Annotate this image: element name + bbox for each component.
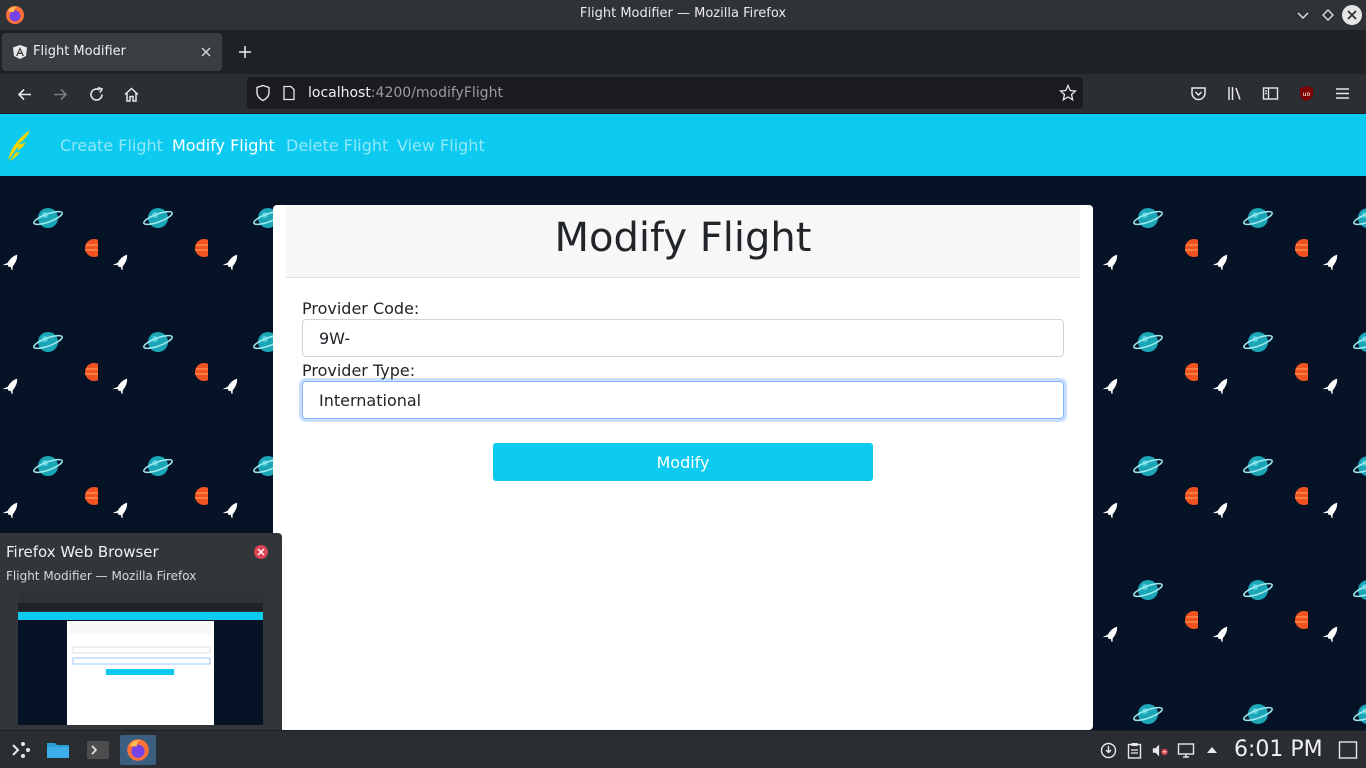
- sidebar-icon: [1262, 86, 1278, 100]
- new-tab-button[interactable]: [234, 41, 256, 63]
- pocket-icon: [1190, 86, 1206, 100]
- nav-link-modify-flight[interactable]: Modify Flight: [172, 136, 275, 155]
- plus-icon: [239, 46, 251, 58]
- home-icon: [123, 86, 139, 102]
- provider-type-input[interactable]: International: [302, 381, 1064, 419]
- page-title: Modify Flight: [554, 215, 812, 261]
- taskbar-clock[interactable]: 6:01 PM: [1234, 737, 1323, 762]
- hamburger-menu-icon: [1335, 87, 1349, 99]
- nav-link-delete-flight[interactable]: Delete Flight: [286, 136, 388, 155]
- provider-code-label: Provider Code:: [302, 299, 420, 318]
- tray-display[interactable]: [1177, 741, 1195, 759]
- terminal-icon: [87, 741, 109, 759]
- sidebar-button[interactable]: [1260, 83, 1280, 103]
- feather-logo-icon[interactable]: [4, 126, 34, 166]
- ublock-origin-icon: uo: [1299, 85, 1313, 101]
- url-host: localhost: [308, 85, 371, 101]
- provider-code-input[interactable]: 9W-: [302, 319, 1064, 357]
- chevron-up-icon: [1207, 747, 1217, 753]
- display-icon: [1177, 742, 1195, 758]
- home-button[interactable]: [119, 82, 143, 106]
- provider-code-value: 9W-: [319, 328, 351, 348]
- tab-label: Flight Modifier: [33, 44, 126, 59]
- tab-flight-modifier[interactable]: Flight Modifier: [2, 33, 222, 71]
- app-navbar: Create Flight Modify Flight Delete Fligh…: [0, 114, 1366, 176]
- arrow-left-icon: [17, 88, 31, 100]
- url-text[interactable]: localhost:4200/modifyFlight: [308, 85, 503, 101]
- tab-strip: Flight Modifier: [0, 30, 1366, 74]
- angular-favicon-icon: [13, 45, 27, 59]
- nav-link-create-flight[interactable]: Create Flight: [60, 136, 163, 155]
- svg-text:uo: uo: [1302, 90, 1310, 98]
- address-bar[interactable]: localhost:4200/modifyFlight: [247, 77, 1083, 109]
- update-icon: [1100, 742, 1116, 758]
- modify-flight-card: Modify Flight Provider Code: 9W- Provide…: [273, 205, 1093, 730]
- folder-icon: [47, 743, 69, 758]
- tray-clipboard[interactable]: [1125, 741, 1143, 759]
- reload-button[interactable]: [84, 82, 108, 106]
- volume-muted-icon: [1152, 744, 1168, 756]
- clipboard-icon: [1127, 742, 1141, 759]
- firefox-icon: [127, 739, 149, 761]
- taskbar-file-manager[interactable]: [40, 735, 76, 765]
- provider-type-value: International: [319, 390, 422, 410]
- tray-network-updates[interactable]: [1099, 741, 1117, 759]
- preview-close-button[interactable]: [254, 545, 268, 559]
- pocket-button[interactable]: [1188, 83, 1208, 103]
- close-icon: [1347, 10, 1357, 20]
- taskbar-terminal[interactable]: [80, 735, 116, 765]
- show-desktop-button[interactable]: [1338, 740, 1358, 760]
- close-icon: [201, 47, 211, 57]
- close-window-button[interactable]: [1342, 5, 1362, 25]
- preview-subtitle: Flight Modifier — Mozilla Firefox: [6, 569, 197, 583]
- bookmark-star-icon[interactable]: [1059, 84, 1077, 102]
- taskbar: 6:01 PM: [0, 730, 1366, 768]
- preview-title: Firefox Web Browser: [6, 543, 159, 561]
- page-icon[interactable]: [281, 85, 297, 101]
- taskbar-window-preview[interactable]: Firefox Web Browser Flight Modifier — Mo…: [0, 533, 282, 730]
- diamond-icon: [1322, 9, 1334, 21]
- close-icon: [257, 548, 265, 556]
- nav-link-view-flight[interactable]: View Flight: [397, 136, 485, 155]
- arrow-right-icon: [53, 88, 67, 100]
- preview-thumbnail: [18, 592, 263, 725]
- reload-icon: [89, 86, 103, 101]
- launcher-icon: [12, 742, 30, 758]
- navigation-toolbar: localhost:4200/modifyFlight uo: [0, 74, 1366, 114]
- menu-button[interactable]: [1332, 83, 1352, 103]
- library-icon: [1227, 86, 1241, 100]
- taskbar-firefox[interactable]: [120, 735, 156, 765]
- url-path: :4200/modifyFlight: [370, 85, 503, 101]
- tray-expand-button[interactable]: [1203, 741, 1221, 759]
- provider-type-label: Provider Type:: [302, 361, 416, 380]
- minimize-button[interactable]: [1294, 6, 1312, 24]
- modify-button[interactable]: Modify: [493, 443, 873, 481]
- card-header: Modify Flight: [286, 205, 1080, 278]
- tray-volume[interactable]: [1151, 741, 1169, 759]
- back-button[interactable]: [12, 82, 36, 106]
- maximize-button[interactable]: [1319, 6, 1337, 24]
- chevron-down-icon: [1297, 12, 1309, 20]
- window-title: Flight Modifier — Mozilla Firefox: [579, 6, 787, 21]
- library-button[interactable]: [1224, 83, 1244, 103]
- show-desktop-icon: [1338, 741, 1358, 759]
- ublock-origin-button[interactable]: uo: [1296, 83, 1316, 103]
- application-launcher-button[interactable]: [2, 735, 38, 765]
- window-titlebar: Flight Modifier — Mozilla Firefox: [0, 0, 1366, 30]
- tab-close-button[interactable]: [198, 44, 214, 60]
- forward-button[interactable]: [48, 82, 72, 106]
- tracking-protection-shield-icon[interactable]: [254, 84, 272, 102]
